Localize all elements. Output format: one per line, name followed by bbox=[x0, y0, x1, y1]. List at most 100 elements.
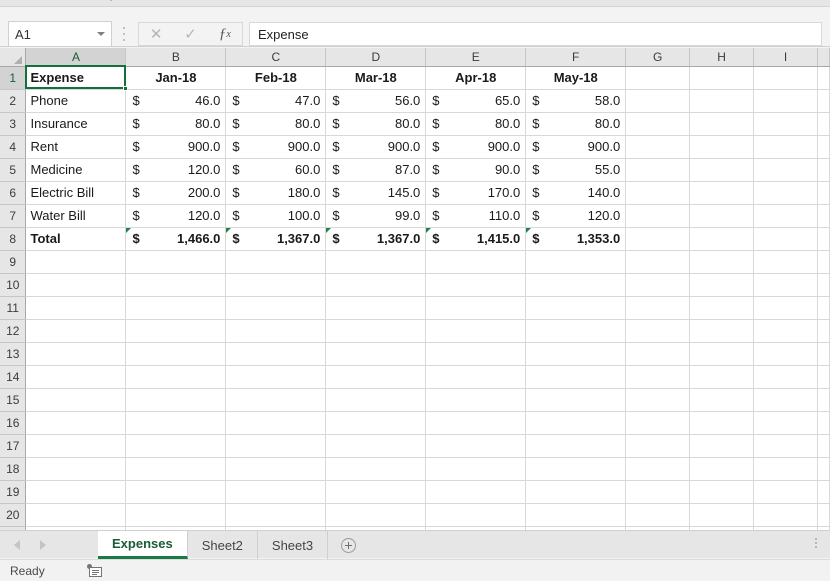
cell-C12[interactable] bbox=[225, 319, 327, 343]
cell-D3[interactable]: $80.0 bbox=[325, 112, 427, 136]
cell-F3[interactable]: $80.0 bbox=[525, 112, 627, 136]
spreadsheet-grid[interactable]: ABCDEFGHI 1 Expense Jan-18 Feb-18 Mar-18 Apr-… bbox=[0, 48, 830, 530]
cell-G9[interactable] bbox=[625, 250, 691, 274]
cell-F4[interactable]: $900.0 bbox=[525, 135, 627, 159]
cell-x3[interactable] bbox=[817, 112, 830, 136]
cell-F13[interactable] bbox=[525, 342, 627, 366]
cell-H1[interactable] bbox=[689, 66, 755, 90]
cell-G13[interactable] bbox=[625, 342, 691, 366]
row-header-11[interactable]: 11 bbox=[0, 296, 27, 320]
cell-E10[interactable] bbox=[425, 273, 527, 297]
cell-D17[interactable] bbox=[325, 434, 427, 458]
cell-I20[interactable] bbox=[753, 503, 818, 527]
cell-B18[interactable] bbox=[125, 457, 227, 481]
cell-x16[interactable] bbox=[817, 411, 830, 435]
cell-D4[interactable]: $900.0 bbox=[325, 135, 427, 159]
cell-C20[interactable] bbox=[225, 503, 327, 527]
cell-x19[interactable] bbox=[817, 480, 830, 504]
cell-D20[interactable] bbox=[325, 503, 427, 527]
cell-B5[interactable]: $120.0 bbox=[125, 158, 227, 182]
row-header-6[interactable]: 6 bbox=[0, 181, 27, 205]
cell-F11[interactable] bbox=[525, 296, 627, 320]
cell-G14[interactable] bbox=[625, 365, 691, 389]
cell-G5[interactable] bbox=[625, 158, 691, 182]
column-header-h[interactable]: H bbox=[689, 48, 755, 67]
cell-A1[interactable]: Expense bbox=[25, 66, 127, 90]
cell-A10[interactable] bbox=[25, 273, 127, 297]
cell-D19[interactable] bbox=[325, 480, 427, 504]
cell-D15[interactable] bbox=[325, 388, 427, 412]
cell-H15[interactable] bbox=[689, 388, 755, 412]
cell-G20[interactable] bbox=[625, 503, 691, 527]
cell-G18[interactable] bbox=[625, 457, 691, 481]
cell-H3[interactable] bbox=[689, 112, 755, 136]
cell-E15[interactable] bbox=[425, 388, 527, 412]
cell-x12[interactable] bbox=[817, 319, 830, 343]
cell-G6[interactable] bbox=[625, 181, 691, 205]
cell-F9[interactable] bbox=[525, 250, 627, 274]
cell-I3[interactable] bbox=[753, 112, 818, 136]
cell-x20[interactable] bbox=[817, 503, 830, 527]
cell-C1[interactable]: Feb-18 bbox=[225, 66, 327, 90]
cell-E7[interactable]: $110.0 bbox=[425, 204, 527, 228]
cell-I9[interactable] bbox=[753, 250, 818, 274]
cell-F7[interactable]: $120.0 bbox=[525, 204, 627, 228]
formula-bar-grip[interactable] bbox=[120, 27, 128, 41]
cell-D16[interactable] bbox=[325, 411, 427, 435]
cell-E14[interactable] bbox=[425, 365, 527, 389]
cell-C18[interactable] bbox=[225, 457, 327, 481]
cell-I7[interactable] bbox=[753, 204, 818, 228]
cell-H4[interactable] bbox=[689, 135, 755, 159]
cell-x18[interactable] bbox=[817, 457, 830, 481]
cell-F18[interactable] bbox=[525, 457, 627, 481]
cell-D2[interactable]: $56.0 bbox=[325, 89, 427, 113]
formula-input[interactable]: Expense bbox=[249, 22, 822, 46]
cell-B19[interactable] bbox=[125, 480, 227, 504]
cell-H7[interactable] bbox=[689, 204, 755, 228]
cell-A11[interactable] bbox=[25, 296, 127, 320]
cell-D5[interactable]: $87.0 bbox=[325, 158, 427, 182]
cell-H11[interactable] bbox=[689, 296, 755, 320]
cell-H12[interactable] bbox=[689, 319, 755, 343]
cell-B6[interactable]: $200.0 bbox=[125, 181, 227, 205]
cell-E11[interactable] bbox=[425, 296, 527, 320]
cell-G4[interactable] bbox=[625, 135, 691, 159]
cell-I18[interactable] bbox=[753, 457, 818, 481]
arrow-left-icon[interactable] bbox=[14, 540, 20, 550]
cell-A2[interactable]: Phone bbox=[25, 89, 127, 113]
cell-B10[interactable] bbox=[125, 273, 227, 297]
cell-B15[interactable] bbox=[125, 388, 227, 412]
cell-I14[interactable] bbox=[753, 365, 818, 389]
row-header-10[interactable]: 10 bbox=[0, 273, 27, 297]
cell-A12[interactable] bbox=[25, 319, 127, 343]
cell-F2[interactable]: $58.0 bbox=[525, 89, 627, 113]
cell-I19[interactable] bbox=[753, 480, 818, 504]
cell-F14[interactable] bbox=[525, 365, 627, 389]
cell-E2[interactable]: $65.0 bbox=[425, 89, 527, 113]
cell-E13[interactable] bbox=[425, 342, 527, 366]
cell-C14[interactable] bbox=[225, 365, 327, 389]
row-header-16[interactable]: 16 bbox=[0, 411, 27, 435]
cell-A18[interactable] bbox=[25, 457, 127, 481]
cell-I1[interactable] bbox=[753, 66, 818, 90]
cell-D8[interactable]: $1,367.0 bbox=[325, 227, 427, 251]
cell-G15[interactable] bbox=[625, 388, 691, 412]
cell-E1[interactable]: Apr-18 bbox=[425, 66, 527, 90]
enter-check-icon[interactable]: ✓ bbox=[173, 23, 207, 45]
cell-B11[interactable] bbox=[125, 296, 227, 320]
row-header-17[interactable]: 17 bbox=[0, 434, 27, 458]
column-header-g[interactable]: G bbox=[625, 48, 691, 67]
cell-G1[interactable] bbox=[625, 66, 691, 90]
cell-A7[interactable]: Water Bill bbox=[25, 204, 127, 228]
cell-B4[interactable]: $900.0 bbox=[125, 135, 227, 159]
cell-A4[interactable]: Rent bbox=[25, 135, 127, 159]
vertical-ellipsis-icon[interactable] bbox=[815, 538, 817, 548]
cell-H20[interactable] bbox=[689, 503, 755, 527]
row-header-20[interactable]: 20 bbox=[0, 503, 27, 527]
cell-x7[interactable] bbox=[817, 204, 830, 228]
row-header-2[interactable]: 2 bbox=[0, 89, 27, 113]
cell-H14[interactable] bbox=[689, 365, 755, 389]
cell-I15[interactable] bbox=[753, 388, 818, 412]
cell-B17[interactable] bbox=[125, 434, 227, 458]
cell-I17[interactable] bbox=[753, 434, 818, 458]
